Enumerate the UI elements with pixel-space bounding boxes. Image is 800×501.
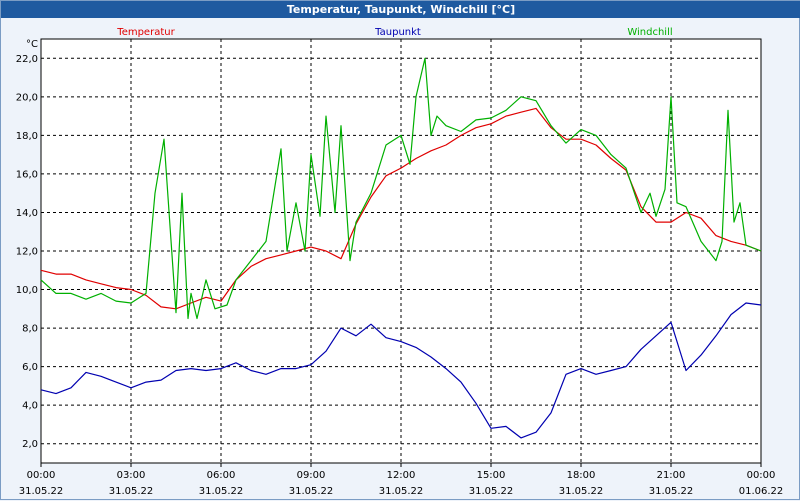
x-tick-date: 31.05.22	[469, 486, 514, 497]
y-tick-label: 2,0	[22, 439, 38, 450]
y-tick-label: 22,0	[16, 54, 38, 65]
y-tick-label: 4,0	[22, 401, 38, 412]
line-chart: 2,0 4,0 6,0 8,0 10,0 12,0 14,0 16,0 18,0 20,0 22,0…	[16, 27, 784, 497]
y-tick-label: 20,0	[16, 92, 38, 103]
x-tick-date: 31.05.22	[649, 486, 694, 497]
x-tick-date: 31.05.22	[19, 486, 64, 497]
y-tick-label: 6,0	[22, 362, 38, 373]
x-tick-time: 00:00	[747, 470, 776, 481]
y-tick-label: 18,0	[16, 131, 38, 142]
x-tick-time: 09:00	[297, 470, 326, 481]
x-tick-date: 31.05.22	[199, 486, 244, 497]
x-tick-time: 21:00	[657, 470, 686, 481]
y-tick-label: 16,0	[16, 169, 38, 180]
x-tick-date: 31.05.22	[109, 486, 154, 497]
x-tick-time: 12:00	[387, 470, 416, 481]
y-axis-label: °C	[26, 39, 38, 50]
x-tick-time: 18:00	[567, 470, 596, 481]
x-tick-time: 15:00	[477, 470, 506, 481]
chart-window: Temperatur, Taupunkt, Windchill [°C] 2,0…	[0, 0, 800, 500]
x-tick-time: 00:00	[27, 470, 56, 481]
x-tick-date: 01.06.22	[739, 486, 784, 497]
legend-windchill: Windchill	[627, 27, 672, 38]
y-tick-label: 12,0	[16, 247, 38, 258]
x-tick-time: 06:00	[207, 470, 236, 481]
x-tick-time: 03:00	[117, 470, 146, 481]
x-tick-date: 31.05.22	[559, 486, 604, 497]
x-tick-date: 31.05.22	[379, 486, 424, 497]
y-tick-label: 10,0	[16, 285, 38, 296]
y-tick-label: 14,0	[16, 208, 38, 219]
y-tick-label: 8,0	[22, 324, 38, 335]
x-tick-date: 31.05.22	[289, 486, 334, 497]
legend-taupunkt: Taupunkt	[374, 27, 421, 38]
legend-temperatur: Temperatur	[116, 27, 175, 38]
